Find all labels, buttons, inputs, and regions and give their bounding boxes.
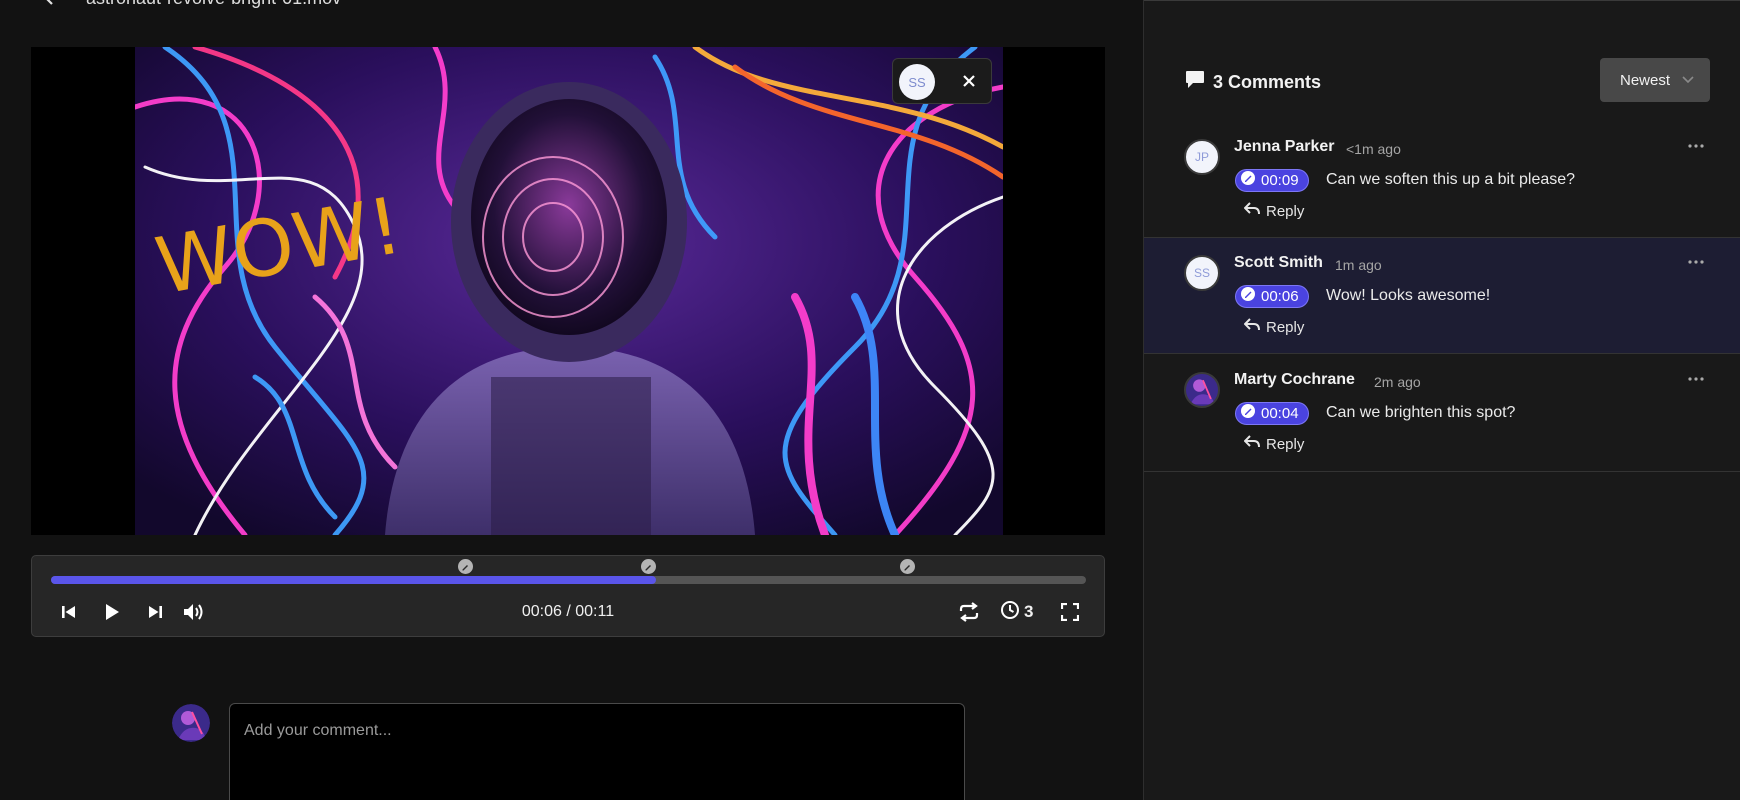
back-arrow-icon[interactable] — [40, 0, 58, 6]
comment-marker-icon[interactable] — [458, 559, 473, 574]
comment-count-toggle[interactable]: 3 — [1000, 600, 1033, 624]
skip-back-icon[interactable] — [56, 599, 82, 625]
file-title: astronaut-revolve-bright-01.mov — [86, 0, 341, 9]
reply-icon — [1243, 318, 1260, 336]
timestamp-text: 00:06 — [1261, 288, 1299, 305]
reply-button[interactable]: Reply — [1243, 318, 1305, 336]
comment-text: Can we soften this up a bit please? — [1326, 171, 1576, 188]
comment-marker-icon[interactable] — [899, 559, 915, 574]
comment-count: 3 — [1024, 602, 1034, 621]
comment-time: 1m ago — [1335, 257, 1382, 273]
player-area: astronaut-revolve-bright-01.mov — [0, 0, 1143, 800]
skip-forward-icon[interactable] — [142, 599, 168, 625]
video-frame-image: WOW! — [135, 47, 1003, 535]
comment-marker-icon[interactable] — [641, 559, 657, 574]
top-bar: astronaut-revolve-bright-01.mov — [0, 0, 1143, 10]
annotation-icon — [1241, 171, 1255, 190]
reply-icon — [1243, 435, 1260, 453]
annotation-icon — [1241, 404, 1255, 423]
comment-item[interactable]: JP Jenna Parker <1m ago 00:09 Can we sof… — [1144, 122, 1740, 239]
timestamp-text: 00:04 — [1261, 405, 1299, 422]
annotation-icon — [1241, 287, 1255, 306]
comment-time: <1m ago — [1346, 141, 1401, 157]
comment-item-active[interactable]: SS Scott Smith 1m ago 00:06 Wow! Looks a… — [1144, 237, 1740, 354]
volume-icon[interactable] — [182, 599, 208, 625]
reply-button[interactable]: Reply — [1243, 202, 1305, 220]
comment-time: 2m ago — [1374, 374, 1421, 390]
chevron-down-icon — [1682, 71, 1694, 89]
reply-button[interactable]: Reply — [1243, 435, 1305, 453]
timestamp-badge[interactable]: 00:09 — [1235, 169, 1309, 192]
video-player[interactable]: WOW! — [31, 47, 1105, 535]
comment-author: Marty Cochrane — [1234, 371, 1355, 388]
fullscreen-icon[interactable] — [1057, 599, 1083, 625]
loop-icon[interactable] — [956, 599, 982, 625]
timestamp-text: 00:09 — [1261, 172, 1299, 189]
timestamp-badge[interactable]: 00:06 — [1235, 285, 1309, 308]
timestamp-badge[interactable]: 00:04 — [1235, 402, 1309, 425]
sort-label: Newest — [1620, 71, 1671, 89]
play-icon[interactable] — [99, 599, 125, 625]
current-user-avatar — [172, 704, 210, 742]
clock-icon — [1000, 600, 1020, 625]
progress-bar[interactable] — [51, 576, 1086, 584]
comment-composer — [229, 703, 965, 800]
sort-dropdown[interactable]: Newest — [1600, 58, 1710, 102]
comment-avatar-photo — [1184, 372, 1220, 408]
close-icon[interactable] — [955, 67, 983, 95]
comment-avatar: JP — [1184, 139, 1220, 175]
comments-panel: 3 Comments Newest JP Jenna Parker <1m ag… — [1143, 0, 1740, 800]
panel-divider — [1144, 0, 1740, 1]
progress-fill — [51, 576, 657, 584]
comment-item[interactable]: Marty Cochrane 2m ago 00:04 Can we brigh… — [1144, 355, 1740, 472]
player-controls: 00:06 / 00:11 3 — [31, 555, 1105, 637]
reply-label: Reply — [1266, 435, 1305, 453]
more-options-icon[interactable] — [1684, 254, 1708, 270]
comment-icon — [1185, 70, 1205, 94]
reply-label: Reply — [1266, 318, 1305, 336]
comment-avatar: SS — [1184, 255, 1220, 291]
active-viewer-pill: SS — [892, 58, 992, 104]
reply-label: Reply — [1266, 202, 1305, 220]
comments-header: 3 Comments — [1185, 70, 1321, 94]
more-options-icon[interactable] — [1684, 138, 1708, 154]
comment-text: Can we brighten this spot? — [1326, 404, 1516, 421]
comment-author: Scott Smith — [1234, 254, 1323, 271]
comment-input[interactable] — [230, 704, 964, 800]
viewer-avatar: SS — [899, 64, 935, 100]
comment-author: Jenna Parker — [1234, 138, 1335, 155]
comment-text: Wow! Looks awesome! — [1326, 287, 1491, 304]
reply-icon — [1243, 202, 1260, 220]
comments-title: 3 Comments — [1213, 71, 1322, 92]
more-options-icon[interactable] — [1684, 371, 1708, 387]
